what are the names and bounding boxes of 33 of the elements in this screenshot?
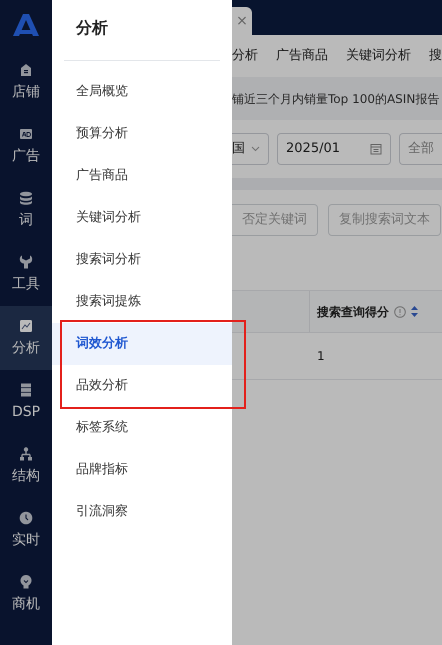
- sidebar-item[interactable]: 实时: [0, 498, 52, 562]
- sidebar-item[interactable]: 结构: [0, 434, 52, 498]
- menu-title: 分析: [74, 17, 109, 39]
- chart-icon: [18, 318, 34, 334]
- sidebar-item[interactable]: 工具: [0, 242, 52, 306]
- select-field[interactable]: 国: [232, 133, 269, 165]
- clock-icon: [18, 510, 34, 526]
- sidebar-item[interactable]: 广告: [0, 114, 52, 178]
- hierarchy-icon: [18, 446, 34, 462]
- sidebar-item[interactable]: 分析: [0, 306, 52, 370]
- wrench-icon: [18, 254, 34, 270]
- nav-tab[interactable]: 关键词分析: [346, 46, 411, 66]
- sort-icon[interactable]: [411, 306, 418, 317]
- nav-tab[interactable]: 搜: [429, 46, 442, 66]
- logo-icon: [13, 14, 39, 36]
- menu-item[interactable]: 词效分析: [52, 323, 232, 365]
- date-field[interactable]: 2025/01: [277, 133, 391, 165]
- table-cell-text: 1: [317, 348, 325, 365]
- database-icon: [18, 190, 34, 206]
- server-icon: [18, 382, 34, 398]
- bulb-icon: [18, 574, 34, 590]
- calendar-icon: [370, 143, 382, 155]
- sidebar-item[interactable]: 店铺: [0, 50, 52, 114]
- house-icon: [18, 62, 34, 78]
- info-icon: [394, 306, 406, 318]
- sidebar-item[interactable]: 商机: [0, 562, 52, 626]
- notice-text: 铺近三个月内销量Top 100的ASIN报告: [232, 90, 440, 108]
- sidebar-item[interactable]: DSP: [0, 370, 52, 434]
- nav-tab[interactable]: 广告商品: [276, 46, 328, 66]
- column-header[interactable]: 搜索查询得分: [317, 302, 389, 320]
- nav-tab[interactable]: 分析: [232, 46, 258, 66]
- chevron-down-icon: [251, 146, 260, 152]
- sidebar-item[interactable]: 词: [0, 178, 52, 242]
